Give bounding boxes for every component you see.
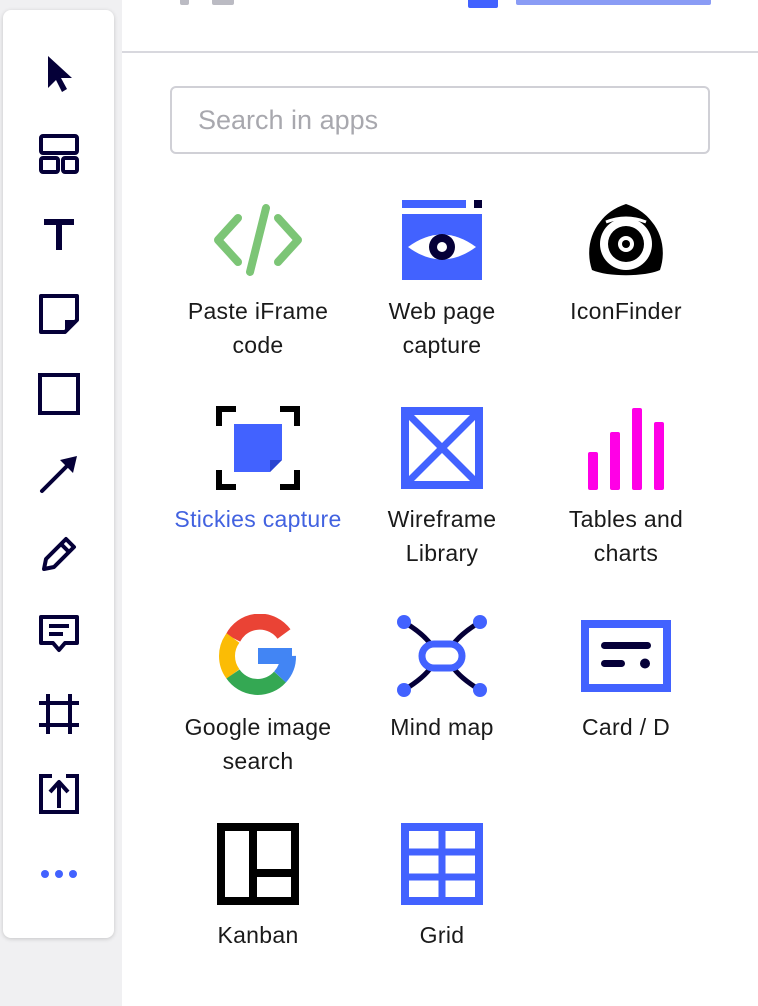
upload-tool[interactable] [24,764,94,824]
select-tool[interactable] [24,44,94,104]
arrow-icon [40,456,77,493]
pen-tool[interactable] [24,524,94,584]
kanban-icon [217,823,299,905]
header-divider [122,51,758,53]
sticky-note-icon [39,294,79,334]
app-tile[interactable]: Mind map [350,608,534,744]
text-icon [44,219,74,250]
app-label: Paste iFrame code [187,298,329,358]
app-label: Stickies capture [174,506,342,532]
apps-panel: Paste iFrame code Web page capture IconF… [122,0,758,1006]
app-label: Tables and charts [568,506,684,566]
app-label: Mind map [390,714,494,740]
app-tile[interactable]: Web page capture [350,192,534,362]
grid-icon [401,823,483,905]
more-icon [41,870,77,878]
app-label: Card / D [581,714,671,740]
eye-browser-icon [402,200,482,280]
pencil-icon [42,537,76,571]
app-tile[interactable]: Stickies capture [166,400,350,536]
app-label: Kanban [217,922,299,948]
app-label: Wireframe Library [387,506,497,566]
app-label: Google image search [184,714,332,774]
comment-tool[interactable] [24,604,94,664]
wireframe-icon [401,407,483,489]
search-input[interactable] [170,86,710,154]
layout-icon [39,134,79,174]
frame-icon [39,694,79,734]
main-toolbar [3,10,114,938]
stickies-capture-icon [216,406,300,490]
app-tile[interactable]: Google image search [166,608,350,778]
square-icon [38,373,80,415]
bar-chart-icon [588,408,664,490]
card-icon [581,620,671,692]
app-label: Grid [419,922,465,948]
app-tile[interactable]: Wireframe Library [350,400,534,570]
app-tile[interactable]: IconFinder [534,192,718,328]
app-label: Web page capture [388,298,496,358]
app-tile[interactable]: Kanban [166,816,350,952]
comment-icon [39,615,79,652]
code-icon [214,204,302,276]
app-tile[interactable]: Grid [350,816,534,952]
arrow-tool[interactable] [24,444,94,504]
upload-icon [39,774,79,814]
iconfinder-logo-icon [589,204,663,276]
templates-tool[interactable] [24,124,94,184]
more-tools[interactable] [24,844,94,904]
header-fragment-left [178,0,242,8]
header-fragment-right [466,0,718,8]
app-tile[interactable]: Card / D [534,608,718,744]
mind-map-icon [397,615,487,697]
sticky-note-tool[interactable] [24,284,94,344]
app-label: IconFinder [570,298,682,324]
cursor-icon [48,56,72,92]
app-tile[interactable]: Paste iFrame code [166,192,350,362]
shape-tool[interactable] [24,364,94,424]
app-tile[interactable]: Tables and charts [534,400,718,570]
text-tool[interactable] [24,204,94,264]
frame-tool[interactable] [24,684,94,744]
google-logo-icon [219,614,296,695]
